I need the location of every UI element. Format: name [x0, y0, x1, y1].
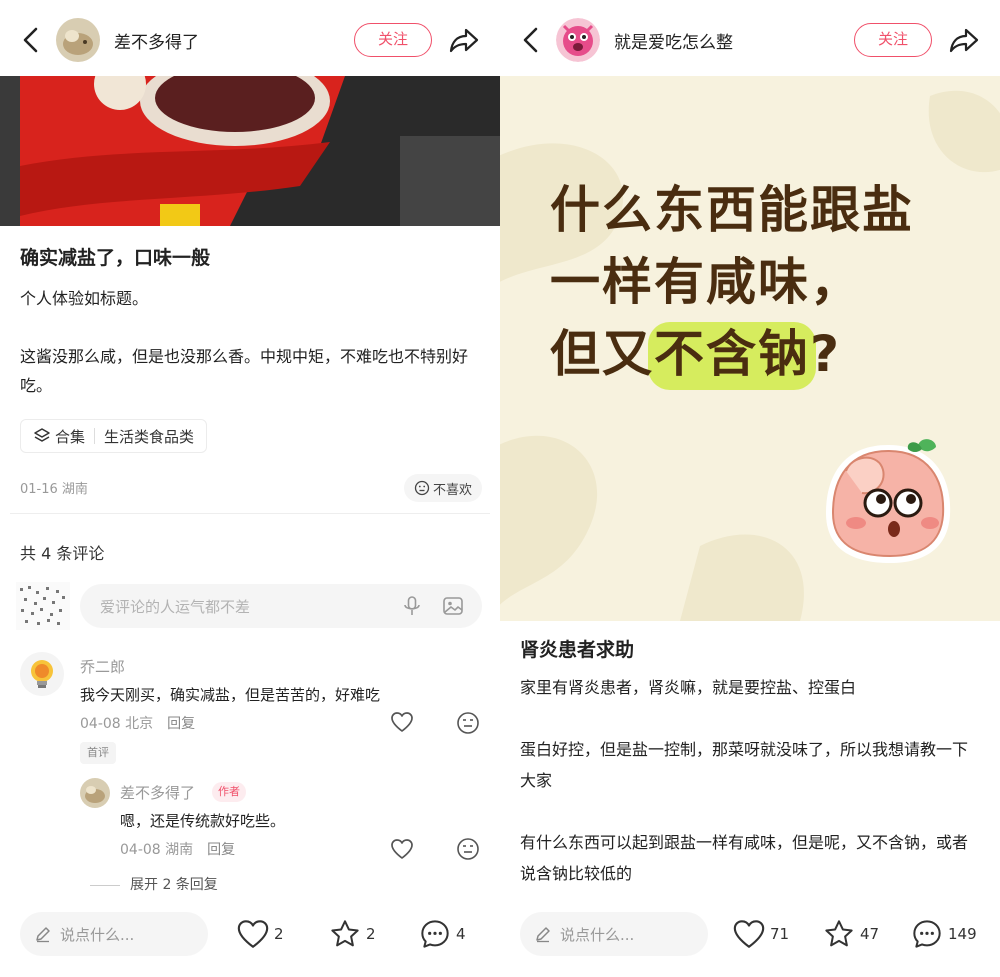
peach-mascot-sticker: [826, 439, 951, 563]
neutral-face-icon: [414, 480, 430, 496]
poster-line-3-pre: 但又: [550, 325, 654, 383]
reply-meta: 04-08 湖南 回复: [120, 839, 235, 859]
collection-name: 生活类食品类: [104, 427, 195, 446]
collect-count: 2: [366, 925, 376, 943]
pen-icon: [36, 927, 50, 943]
back-icon[interactable]: [18, 26, 44, 54]
collect-button[interactable]: 2: [328, 918, 376, 950]
say-something-input[interactable]: 说点什么...: [20, 912, 208, 956]
chip-divider: [94, 428, 96, 444]
bottom-bar: 说点什么... 2 2 4: [0, 900, 500, 977]
bottom-bar: 说点什么... 71 47 149: [500, 900, 1000, 977]
comment-date-location: 04-08 北京: [80, 716, 154, 732]
like-button[interactable]: 71: [732, 918, 789, 950]
expand-line: [90, 884, 120, 886]
star-icon: [825, 920, 853, 947]
collection-label: 合集: [55, 427, 86, 446]
poster-line-2: 一样有咸味，: [550, 253, 862, 311]
poster-highlight: 不含钠: [648, 314, 816, 390]
post-title: 确实减盐了，口味一般: [20, 247, 211, 269]
author-name[interactable]: 就是爱吃怎么整: [614, 28, 733, 53]
reply-button[interactable]: 回复: [167, 716, 195, 732]
author-name[interactable]: 差不多得了: [114, 28, 199, 53]
layers-icon: [34, 428, 50, 442]
comment-button[interactable]: 4: [418, 918, 466, 950]
comment-button[interactable]: 149: [910, 918, 977, 950]
poster-line-3-post: ?: [810, 325, 842, 383]
section-divider: [10, 513, 490, 514]
comment-meta: 04-08 北京 回复: [80, 713, 195, 733]
pen-icon: [536, 927, 550, 943]
poster-line-1: 什么东西能跟盐: [550, 181, 914, 239]
comment-input-placeholder: 爱评论的人运气都不差: [100, 598, 251, 616]
post-body: 家里有肾炎患者，肾炎嘛，就是要控盐、控蛋白 蛋白好控，但是盐一控制，那菜呀就没味…: [520, 678, 969, 883]
image-icon[interactable]: [442, 595, 464, 617]
like-count: 71: [770, 925, 790, 943]
post-title: 肾炎患者求助: [520, 639, 635, 661]
share-icon[interactable]: [948, 26, 980, 54]
heart-icon: [237, 920, 269, 948]
post-date-location: 01-16 湖南: [20, 482, 88, 497]
comment-count: 共 4 条评论: [20, 544, 105, 563]
back-icon[interactable]: [518, 26, 544, 54]
reply-date-location: 04-08 湖南: [120, 842, 194, 858]
comment-icon: [913, 920, 941, 948]
star-icon: [331, 920, 359, 947]
author-badge: 作者: [212, 782, 246, 802]
like-button[interactable]: 2: [236, 918, 284, 950]
expand-replies-button[interactable]: 展开 2 条回复: [90, 874, 218, 894]
reply-text: 嗯，还是传统款好吃些。: [120, 812, 286, 830]
reply-author[interactable]: 差不多得了: [120, 782, 195, 803]
poster-line-3: 但又不含钠?: [550, 314, 842, 390]
post-body: 个人体验如标题。 这酱没那么咸，但是也没那么香。中规中矩，不难吃也不特别好吃。: [20, 289, 469, 395]
comment-author[interactable]: 乔二郎: [80, 656, 125, 677]
reply-button[interactable]: 回复: [207, 842, 235, 858]
heart-icon: [733, 920, 765, 948]
comment-count-bottom: 4: [456, 925, 466, 943]
heart-icon[interactable]: [390, 838, 414, 860]
say-something-input[interactable]: 说点什么...: [520, 912, 708, 956]
follow-button[interactable]: 关注: [854, 23, 932, 57]
comment-icon: [421, 920, 449, 948]
heart-icon[interactable]: [390, 711, 414, 733]
say-placeholder: 说点什么...: [560, 926, 635, 944]
post-poster-image[interactable]: 什么东西能跟盐 一样有咸味， 但又不含钠?: [500, 76, 1000, 621]
commenter-avatar[interactable]: [20, 652, 64, 696]
mic-icon[interactable]: [402, 595, 422, 617]
top-bar: 就是爱吃怎么整 关注: [500, 0, 1000, 76]
replier-avatar[interactable]: [80, 778, 110, 808]
collect-count: 47: [860, 925, 880, 943]
expand-replies-label: 展开 2 条回复: [130, 877, 218, 893]
dislike-label: 不喜欢: [433, 482, 473, 498]
top-bar: 差不多得了 关注: [0, 0, 500, 76]
share-icon[interactable]: [448, 26, 480, 54]
author-avatar[interactable]: [56, 18, 100, 62]
collect-button[interactable]: 47: [822, 918, 879, 950]
neutral-face-icon[interactable]: [456, 837, 480, 861]
comment-text: 我今天刚买，确实减盐，但是苦苦的，好难吃: [80, 686, 381, 704]
right-post-panel: 就是爱吃怎么整 关注 什么东西能跟盐 一样有咸味， 但又不含钠? 肾炎患者求助 …: [500, 0, 1000, 977]
post-photo[interactable]: [0, 76, 500, 226]
left-post-panel: 差不多得了 关注 确实减盐了，口味一般 个人体验如标题。 这酱没那么咸，但是也没…: [0, 0, 500, 977]
comment-input[interactable]: 爱评论的人运气都不差: [80, 584, 482, 628]
like-count: 2: [274, 925, 284, 943]
comment-count-bottom: 149: [948, 925, 977, 943]
author-avatar[interactable]: [556, 18, 600, 62]
neutral-face-icon[interactable]: [456, 711, 480, 735]
my-avatar: [16, 582, 70, 630]
first-comment-badge: 首评: [80, 742, 116, 764]
collection-chip[interactable]: 合集 生活类食品类: [20, 419, 208, 453]
dislike-button[interactable]: 不喜欢: [404, 474, 483, 502]
follow-button[interactable]: 关注: [354, 23, 432, 57]
say-placeholder: 说点什么...: [60, 926, 135, 944]
